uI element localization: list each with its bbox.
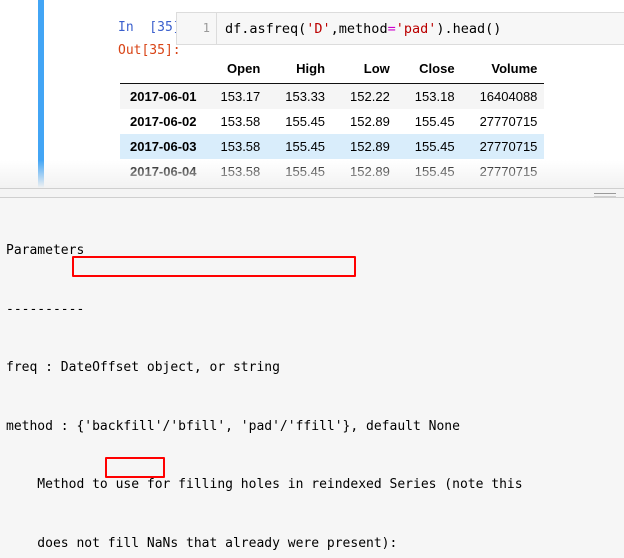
cell-high: 153.33: [285, 89, 326, 104]
doc-line: Parameters: [6, 243, 85, 258]
row-index: 2017-06-03: [130, 139, 197, 154]
doc-line: method : {'backfill'/'bfill', 'pad'/'ffi…: [6, 418, 460, 434]
line-number: 1: [202, 21, 210, 35]
cell-high: 155.45: [285, 114, 326, 129]
dataframe-header-row: Open High Low Close Volume: [120, 57, 545, 84]
table-row: 2017-06-04 153.58 155.45 152.89 155.45 2…: [120, 159, 544, 184]
cell-close: 155.45: [414, 164, 455, 179]
docstring-text: Parameters ---------- freq : DateOffset …: [6, 202, 624, 558]
code-part-2: ,method: [330, 21, 388, 37]
cell-open: 153.58: [220, 114, 261, 129]
cell-open: 153.58: [220, 139, 261, 154]
cell-high: 155.45: [285, 164, 326, 179]
cell-close: 155.45: [414, 139, 455, 154]
doc-line: does not fill NaNs that already were pre…: [6, 535, 398, 551]
doc-line: ----------: [6, 301, 85, 317]
dataframe-col-close: Close: [396, 57, 462, 84]
cell-close: 153.18: [414, 89, 455, 104]
cell-volume: 27770715: [479, 114, 538, 129]
code-part-1: df.asfreq(: [225, 21, 307, 37]
dataframe-table: Open High Low Close Volume 2017-06-01 15…: [120, 57, 545, 185]
cell-close: 155.45: [414, 114, 455, 129]
cell-low: 152.89: [350, 164, 390, 179]
cell-low: 152.89: [350, 114, 390, 129]
splitter-drag-handle[interactable]: [594, 193, 616, 197]
row-index: 2017-06-01: [130, 89, 197, 104]
doc-line: freq : DateOffset object, or string: [6, 360, 280, 375]
table-row-selected: 2017-06-03 153.58 155.45 152.89 155.45 2…: [120, 134, 545, 159]
table-row: 2017-06-01 153.17 153.33 152.22 153.18 1…: [120, 83, 545, 109]
dataframe-col-low: Low: [332, 57, 397, 84]
doc-line: Method to use for filling holes in reind…: [6, 477, 523, 492]
dataframe-head: Open High Low Close Volume: [120, 57, 545, 84]
cell-volume: 27770715: [479, 164, 538, 179]
cell-high: 155.45: [285, 139, 326, 154]
code-cell[interactable]: In [35]: 1 df.asfreq('D',method='pad').h…: [0, 6, 624, 45]
row-index: 2017-06-02: [130, 114, 197, 129]
code-text[interactable]: df.asfreq('D',method='pad').head(): [225, 21, 624, 37]
notebook-pane: In [35]: 1 df.asfreq('D',method='pad').h…: [0, 0, 624, 191]
code-part-3: ).head(): [436, 21, 502, 37]
pager-panel[interactable]: Parameters ---------- freq : DateOffset …: [0, 198, 624, 558]
dataframe-col-open: Open: [202, 57, 268, 84]
code-input-area[interactable]: 1 df.asfreq('D',method='pad').head(): [176, 12, 624, 45]
output-prompt-label: Out[35]:: [118, 43, 181, 58]
cell-volume: 27770715: [479, 139, 538, 154]
code-string-method: 'pad': [395, 21, 437, 37]
dataframe-col-volume: Volume: [461, 57, 545, 84]
code-string-freq: 'D': [306, 21, 331, 37]
cell-volume: 16404088: [479, 89, 538, 104]
line-number-gutter: 1: [177, 13, 217, 44]
cell-open: 153.58: [220, 164, 261, 179]
dataframe-col-high: High: [267, 57, 333, 84]
jupyter-notebook-screen: In [35]: 1 df.asfreq('D',method='pad').h…: [0, 0, 624, 558]
row-index: 2017-06-04: [130, 164, 197, 179]
cell-low: 152.22: [350, 89, 390, 104]
table-row: 2017-06-02 153.58 155.45 152.89 155.45 2…: [120, 109, 544, 134]
dataframe-body: 2017-06-01 153.17 153.33 152.22 153.18 1…: [120, 83, 545, 185]
pager-splitter[interactable]: [0, 188, 624, 198]
code-operator-equals: =: [387, 21, 396, 37]
dataframe-output: Open High Low Close Volume 2017-06-01 15…: [120, 57, 624, 184]
cell-open: 153.17: [220, 89, 261, 104]
cell-low: 152.89: [350, 139, 390, 154]
dataframe-index-header: [120, 57, 203, 84]
